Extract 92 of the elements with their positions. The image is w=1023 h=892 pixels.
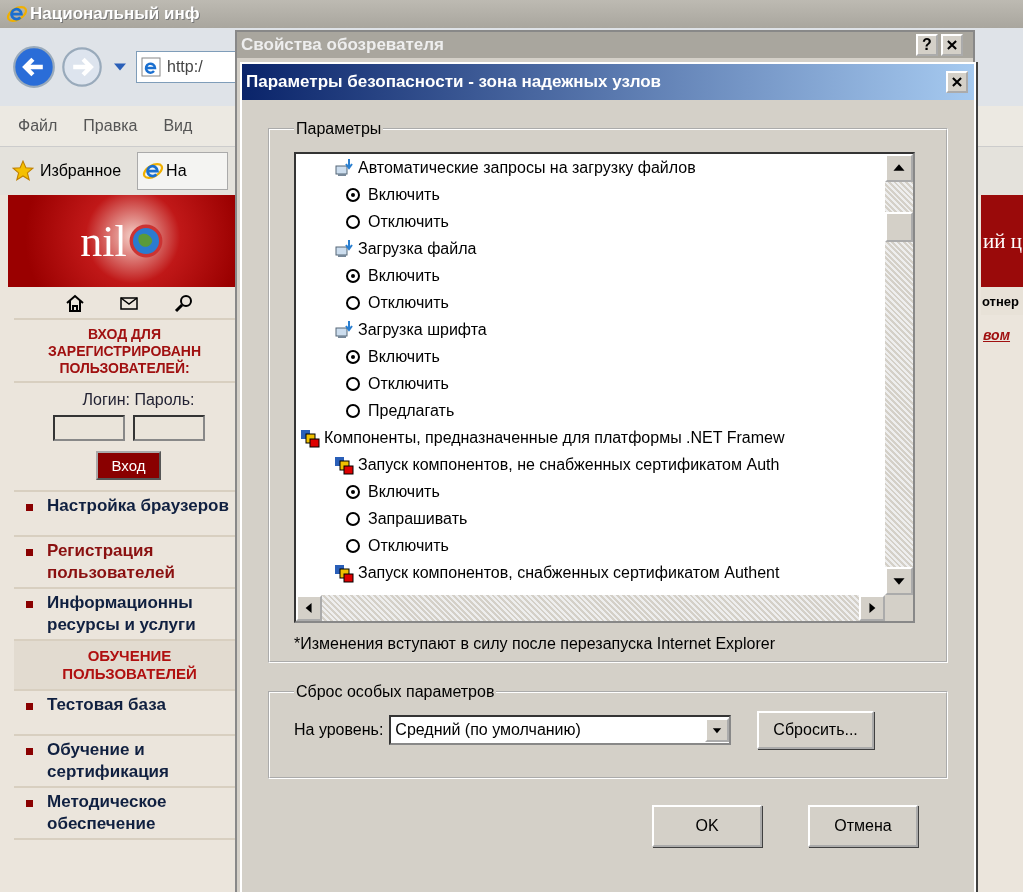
section-title: отнер <box>982 293 1019 309</box>
restart-note: *Изменения вступают в силу после перезапуска Internet Explorer <box>294 635 776 653</box>
menu-item[interactable]: Файл <box>18 117 58 135</box>
level-label: На уровень: <box>294 721 384 739</box>
setting-label: Запуск компонентов, снабженных сертификатом Authent <box>358 563 780 582</box>
page-icon <box>141 57 161 77</box>
password-field[interactable] <box>132 415 205 441</box>
radio-option[interactable]: Отключить <box>296 289 885 316</box>
cancel-button[interactable]: Отмена <box>808 805 918 847</box>
bullet-icon <box>26 748 33 755</box>
horizontal-scrollbar[interactable] <box>296 595 913 621</box>
banner-text: ий ц <box>983 228 1022 254</box>
back-icon[interactable] <box>12 45 56 89</box>
star-icon <box>12 160 34 182</box>
dialog-title: Параметры безопасности - зона надежных узлов <box>246 72 662 92</box>
radio-button[interactable] <box>346 268 360 283</box>
download-settings-icon <box>334 238 354 259</box>
radio-button[interactable] <box>346 187 360 202</box>
site-logo: nil <box>80 215 127 267</box>
radio-button[interactable] <box>346 214 360 229</box>
password-label: Пароль: <box>134 391 195 408</box>
radio-button[interactable] <box>346 484 360 499</box>
radio-option[interactable]: Включить <box>296 262 885 289</box>
nav-link[interactable]: Настройка браузеров <box>47 495 229 532</box>
close-icon[interactable] <box>941 34 963 56</box>
radio-option[interactable]: Отключить <box>296 532 885 559</box>
group-label: Параметры <box>295 120 383 138</box>
nav-link[interactable]: Информационны ресурсы и услуги <box>47 592 232 636</box>
ok-button[interactable]: OK <box>652 805 762 847</box>
browser-logo-icon <box>142 160 165 182</box>
components-icon <box>300 427 320 448</box>
close-icon[interactable] <box>946 71 968 93</box>
setting-label: Загрузка шрифта <box>358 320 487 339</box>
favorites-button[interactable]: Избранное <box>12 160 122 182</box>
page-link[interactable]: вом <box>983 327 1010 343</box>
search-icon[interactable] <box>173 292 194 313</box>
radio-button[interactable] <box>346 376 360 391</box>
download-settings-icon <box>334 157 354 178</box>
components-icon <box>334 562 354 583</box>
radio-button[interactable] <box>346 295 360 310</box>
menu-item[interactable]: Правка <box>83 117 138 135</box>
browser-tab[interactable]: На <box>137 152 228 190</box>
reset-button[interactable]: Сбросить... <box>757 711 874 749</box>
menu-item[interactable]: Вид <box>163 117 193 135</box>
login-label: Логин: <box>82 391 130 408</box>
scroll-down-icon[interactable] <box>885 567 913 595</box>
radio-option[interactable]: Включить <box>296 478 885 505</box>
nav-section-heading: ОБУЧЕНИЕ ПОЛЬЗОВАТЕЛЕЙ <box>14 641 235 691</box>
nav-link[interactable]: Методическое обеспечение <box>47 791 232 835</box>
radio-button[interactable] <box>346 511 360 526</box>
home-icon[interactable] <box>65 292 86 313</box>
bullet-icon <box>26 800 33 807</box>
setting-label: Запуск компонентов, не снабженных сертификатом Auth <box>358 455 780 474</box>
radio-button[interactable] <box>346 403 360 418</box>
setting-label: Загрузка файла <box>358 239 477 258</box>
scroll-left-icon[interactable] <box>296 595 322 621</box>
login-button[interactable]: Вход <box>95 451 162 480</box>
bullet-icon <box>26 504 33 511</box>
bullet-icon <box>26 703 33 710</box>
nav-link[interactable]: Регистрация пользователей <box>47 540 232 584</box>
level-dropdown[interactable]: Средний (по умолчанию) <box>389 715 732 745</box>
help-button[interactable]: ? <box>916 34 938 56</box>
nav-link[interactable]: Тестовая база <box>47 694 166 731</box>
scroll-right-icon[interactable] <box>859 595 885 621</box>
dialog-title: Свойства обозревателя <box>241 35 445 55</box>
nav-link[interactable]: Обучение и сертификация <box>47 739 232 783</box>
bullet-icon <box>26 549 33 556</box>
setting-label: Компоненты, предназначенные для платформы .NET Framew <box>324 428 785 447</box>
group-label: Сброс особых параметров <box>295 683 496 701</box>
radio-option[interactable]: Предлагать <box>296 397 885 424</box>
window-title: Национальный инф <box>30 4 200 24</box>
scroll-thumb[interactable] <box>885 212 913 242</box>
radio-button[interactable] <box>346 538 360 553</box>
dropdown-caret-icon <box>705 718 730 742</box>
login-field[interactable] <box>52 415 125 441</box>
globe-icon <box>128 224 163 258</box>
scroll-up-icon[interactable] <box>885 154 913 182</box>
radio-button[interactable] <box>346 349 360 364</box>
radio-option[interactable]: Отключить <box>296 370 885 397</box>
components-icon <box>334 454 354 475</box>
radio-option[interactable]: Отключить <box>296 208 885 235</box>
radio-option[interactable]: Запрашивать <box>296 505 885 532</box>
radio-option[interactable]: Включить <box>296 181 885 208</box>
setting-label: Автоматические запросы на загрузку файлов <box>358 158 696 177</box>
bullet-icon <box>26 601 33 608</box>
dropdown-caret-icon[interactable] <box>114 63 126 71</box>
scrollbar-corner <box>885 595 913 621</box>
radio-option[interactable]: Включить <box>296 343 885 370</box>
vertical-scrollbar[interactable] <box>885 154 913 595</box>
download-settings-icon <box>334 319 354 340</box>
browser-logo-icon <box>6 3 28 25</box>
settings-list[interactable] <box>294 152 915 623</box>
